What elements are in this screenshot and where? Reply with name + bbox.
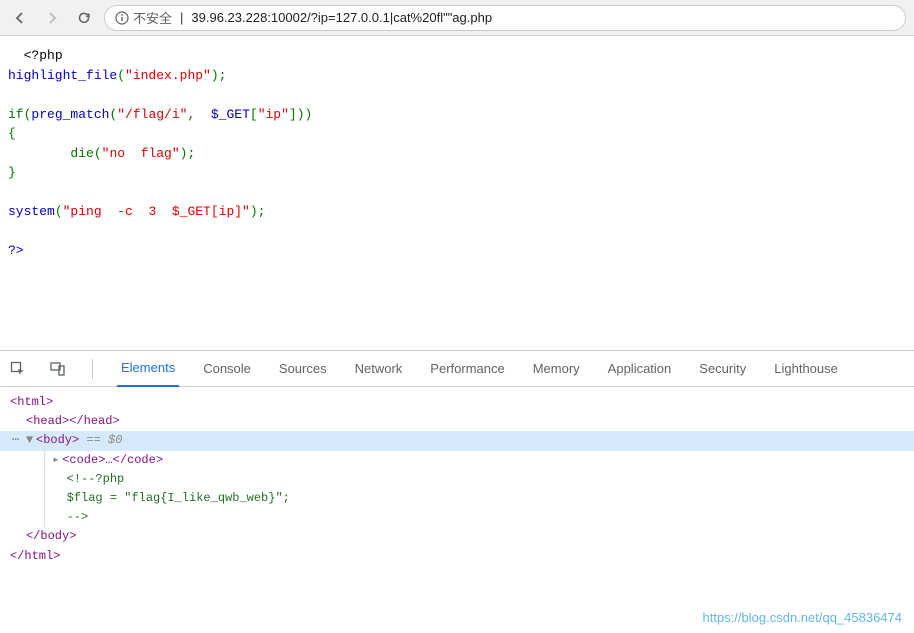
devtools-tabbar: Elements Console Sources Network Perform… [0,351,914,387]
element-html-close[interactable]: </html> [10,547,904,566]
tab-memory[interactable]: Memory [529,351,584,387]
element-html-open[interactable]: <html> [10,393,904,412]
back-button[interactable] [8,6,32,30]
page-content: <?php highlight_file("index.php"); if(pr… [0,36,914,350]
more-actions-icon[interactable]: ⋯ [12,431,19,450]
element-body-open[interactable]: ⋯▼<body> == $0 [0,431,914,450]
browser-toolbar: 不安全 | 39.96.23.228:10002/?ip=127.0.0.1|c… [0,0,914,36]
elements-tree[interactable]: <html> <head></head> ⋯▼<body> == $0 ▸<co… [0,387,914,572]
element-comment-close[interactable]: --> [45,508,904,527]
tab-network[interactable]: Network [351,351,407,387]
element-flag-line[interactable]: $flag = "flag{I_like_qwb_web}"; [45,489,904,508]
php-source: <?php highlight_file("index.php"); if(pr… [8,46,906,261]
device-toggle-icon[interactable] [48,359,68,379]
element-comment-open[interactable]: <!--?php [45,470,904,489]
expand-arrow-icon[interactable]: ▼ [26,431,36,450]
reload-button[interactable] [72,6,96,30]
collapse-arrow-icon[interactable]: ▸ [52,451,62,470]
element-head[interactable]: <head></head> [10,412,904,431]
tab-performance[interactable]: Performance [426,351,508,387]
devtools-panel: Elements Console Sources Network Perform… [0,350,914,633]
tab-application[interactable]: Application [604,351,676,387]
tab-sources[interactable]: Sources [275,351,331,387]
element-code[interactable]: ▸<code>…</code> [45,451,904,470]
url-bar[interactable]: 不安全 | 39.96.23.228:10002/?ip=127.0.0.1|c… [104,5,906,31]
url-separator: | [180,10,183,25]
tab-elements[interactable]: Elements [117,351,179,387]
tab-lighthouse[interactable]: Lighthouse [770,351,842,387]
watermark: https://blog.csdn.net/qq_45836474 [703,610,903,625]
url-text: 39.96.23.228:10002/?ip=127.0.0.1|cat%20f… [191,10,492,25]
tab-console[interactable]: Console [199,351,255,387]
security-label: 不安全 [133,8,172,27]
forward-button[interactable] [40,6,64,30]
tab-security[interactable]: Security [695,351,750,387]
inspect-icon[interactable] [8,359,28,379]
security-info-icon[interactable]: 不安全 [115,8,172,27]
element-body-close[interactable]: </body> [10,527,904,546]
divider [92,359,93,379]
